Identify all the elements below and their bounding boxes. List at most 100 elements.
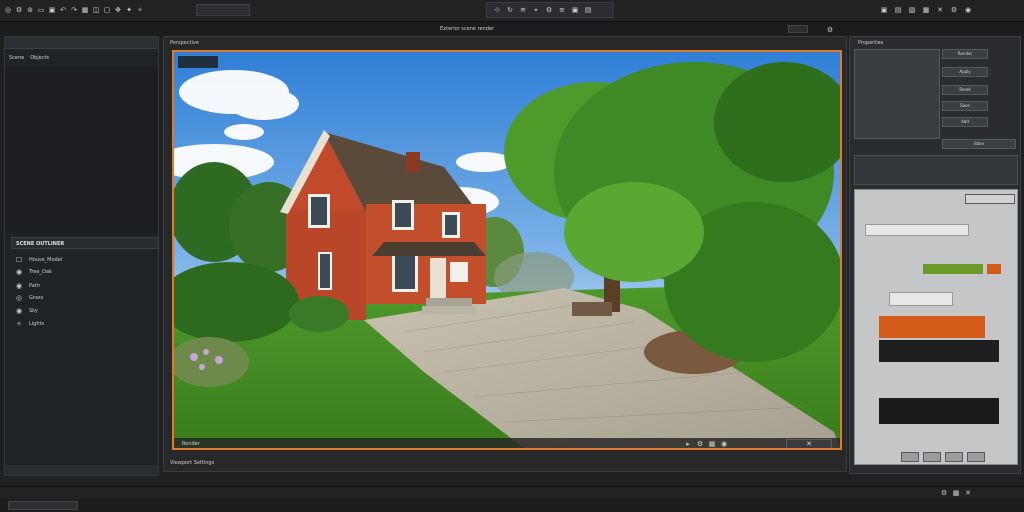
bake-button[interactable]: Bake (942, 139, 1016, 149)
editor-buttons (901, 452, 985, 462)
options-group (854, 155, 1018, 185)
viewport-badge (178, 56, 218, 68)
preview-box (854, 49, 940, 139)
eye-icon[interactable]: ◉ (15, 282, 23, 290)
transform-icon[interactable]: ✥ (114, 6, 122, 14)
settings-icon[interactable]: ⚙ (545, 6, 553, 14)
diffuse-bar[interactable] (879, 316, 985, 338)
save-icon[interactable]: ▤ (894, 6, 902, 14)
left-panel: Scene Objects SCENE OUTLINER ☐ House_Mod… (4, 36, 159, 476)
save-button[interactable]: Save (942, 101, 988, 111)
left-panel-tabs: Scene Objects (5, 53, 158, 63)
color-button[interactable] (965, 194, 1015, 204)
editor-button[interactable] (967, 452, 985, 462)
snap-icon[interactable]: ⌖ (532, 6, 540, 14)
apply-button[interactable]: Apply (942, 67, 988, 77)
grid-icon[interactable]: ▦ (81, 6, 89, 14)
close-icon: ✕ (806, 440, 812, 448)
color-swatch[interactable] (923, 264, 983, 274)
viewport-title: Exterior scene render (440, 26, 495, 32)
specular-bar[interactable] (879, 340, 999, 362)
eye-icon[interactable]: ◉ (15, 268, 23, 276)
view-label: Perspective (170, 40, 199, 46)
status-icons: ⚙ ▦ ✕ (940, 489, 972, 497)
render-viewport[interactable]: Render ▸ ⚙ ▦ ◉ ✕ (172, 50, 842, 450)
grid-icon[interactable]: ▦ (708, 440, 716, 448)
reset-button[interactable]: Reset (942, 85, 988, 95)
editor-button[interactable] (945, 452, 963, 462)
gear-icon[interactable]: ⚙ (696, 440, 704, 448)
light-icon[interactable]: ✧ (136, 6, 144, 14)
scene-render (174, 52, 840, 448)
eye-icon[interactable]: ◉ (15, 307, 23, 315)
wifi-icon[interactable]: ≋ (519, 6, 527, 14)
select-icon[interactable]: ▢ (103, 6, 111, 14)
bottom-bar (0, 499, 1024, 512)
close-icon[interactable]: ✕ (964, 489, 972, 497)
list-item[interactable]: ☐ House_Model (11, 255, 159, 265)
viewport-settings-label: Viewport Settings (170, 460, 215, 466)
bookmark-icon[interactable]: ▧ (908, 6, 916, 14)
render-button[interactable]: Render (942, 49, 988, 59)
value-input[interactable] (889, 292, 953, 306)
viewport-status-bar: Render ▸ ⚙ ▦ ◉ ✕ (174, 438, 840, 448)
left-panel-footer (5, 465, 158, 475)
grid-icon[interactable]: ▦ (922, 6, 930, 14)
light-icon[interactable]: ✧ (15, 320, 23, 328)
gear-icon[interactable]: ⚙ (940, 489, 948, 497)
save-icon[interactable]: ▣ (48, 6, 56, 14)
add-button[interactable]: Add (942, 117, 988, 127)
help-icon[interactable]: ⚙ (950, 6, 958, 14)
properties-panel: Properties Render Apply Reset Save Add B… (849, 36, 1021, 474)
frame-icon[interactable]: ▣ (571, 6, 579, 14)
camera-icon[interactable]: ◫ (92, 6, 100, 14)
editor-button[interactable] (901, 452, 919, 462)
layers-icon[interactable]: ≡ (558, 6, 566, 14)
view-toolbar: ⊹ ↻ ≋ ⌖ ⚙ ≡ ▣ ▤ (486, 2, 614, 18)
list-item[interactable]: ◉ Path (11, 281, 159, 291)
mesh-icon[interactable]: ◎ (15, 294, 23, 302)
left-panel-header (5, 37, 158, 49)
viewport-frame: Perspective Render ▸ ⚙ ▦ ◉ ✕ Viewport Se… (163, 36, 847, 472)
play-icon[interactable]: ▸ (684, 440, 692, 448)
properties-title: Properties (858, 40, 884, 46)
folder-icon[interactable]: ▭ (37, 6, 45, 14)
editor-button[interactable] (923, 452, 941, 462)
target-icon[interactable]: ⊚ (26, 6, 34, 14)
name-input[interactable] (865, 224, 969, 236)
tab-scene[interactable]: Scene (9, 55, 24, 61)
settings-icon[interactable]: ⚙ (826, 26, 834, 34)
lock-icon[interactable]: ▤ (584, 6, 592, 14)
toolbar-field[interactable] (196, 4, 250, 16)
tab-button[interactable] (788, 25, 808, 33)
render-settings-icon[interactable]: ▣ (880, 6, 888, 14)
bottom-field[interactable] (8, 501, 78, 510)
bump-bar[interactable] (879, 398, 999, 424)
move-icon[interactable]: ⊹ (493, 6, 501, 14)
list-item[interactable]: ◉ Sky (11, 306, 159, 316)
list-item[interactable]: ✧ Lights (11, 319, 159, 329)
window-controls: ▣ ▤ ▧ ▦ ✕ ⚙ ◉ (880, 6, 972, 14)
close-icon[interactable]: ✕ (936, 6, 944, 14)
gear-icon[interactable]: ⚙ (15, 6, 23, 14)
status-bar: ⚙ ▦ ✕ (0, 486, 1024, 499)
rotate-icon[interactable]: ↻ (506, 6, 514, 14)
redo-icon[interactable]: ↷ (70, 6, 78, 14)
list-item[interactable]: ◉ Tree_Oak (11, 267, 159, 277)
close-button[interactable]: ✕ (786, 439, 832, 448)
accent-swatch[interactable] (987, 264, 1001, 274)
camera-icon[interactable]: ◉ (720, 440, 728, 448)
account-icon[interactable]: ◉ (964, 6, 972, 14)
globe-icon[interactable]: ◎ (4, 6, 12, 14)
list-item[interactable]: ◎ Grass (11, 293, 159, 303)
checkbox-icon[interactable]: ☐ (15, 256, 23, 264)
undo-icon[interactable]: ↶ (59, 6, 67, 14)
render-icon[interactable]: ✦ (125, 6, 133, 14)
grid-icon[interactable]: ▦ (952, 489, 960, 497)
viewport-footer: Viewport Settings (164, 457, 846, 469)
outliner-title: SCENE OUTLINER (11, 237, 159, 249)
tab-strip: Exterior scene render ⚙ (0, 22, 1024, 36)
material-editor (854, 189, 1018, 465)
viewport-controls: ▸ ⚙ ▦ ◉ (684, 440, 728, 448)
tab-objects[interactable]: Objects (30, 55, 49, 61)
